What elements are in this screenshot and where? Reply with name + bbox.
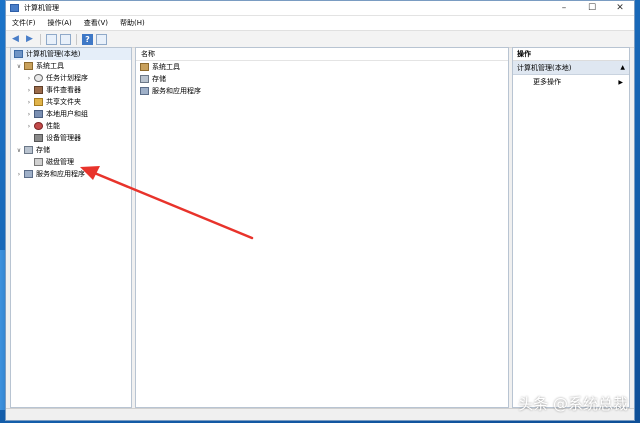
submenu-arrow-icon: ▶: [618, 78, 623, 86]
actions-section[interactable]: 计算机管理(本地) ▲: [513, 61, 629, 75]
performance-icon: [34, 122, 43, 130]
tree-item-label: 存储: [36, 146, 50, 154]
tree-item-label: 事件查看器: [46, 86, 81, 94]
column-header-name[interactable]: 名称: [136, 48, 508, 61]
maximize-icon[interactable]: ☐: [578, 1, 606, 15]
chevron-right-icon[interactable]: ›: [25, 75, 33, 82]
actions-header: 操作: [513, 48, 629, 61]
services-icon: [140, 87, 149, 95]
tree-item-label: 设备管理器: [46, 134, 81, 142]
menu-view[interactable]: 查看(V): [78, 18, 114, 28]
show-tree-icon[interactable]: [46, 33, 57, 45]
tree-item-task-scheduler[interactable]: › 任务计划程序: [11, 72, 131, 84]
chevron-right-icon[interactable]: ›: [25, 111, 33, 118]
list-item[interactable]: 服务和应用程序: [136, 85, 508, 97]
menu-file[interactable]: 文件(F): [6, 18, 42, 28]
toolbar-separator: [40, 33, 41, 45]
toolbar: ◀ ▶ ?: [6, 31, 634, 48]
tree-item-label: 性能: [46, 122, 60, 130]
computer-icon: [14, 50, 23, 58]
action-more-actions[interactable]: 更多操作 ▶: [513, 75, 629, 89]
chevron-down-icon[interactable]: ∨: [15, 63, 23, 70]
list-item-label: 存储: [152, 75, 166, 83]
services-icon: [24, 170, 33, 178]
watermark: 头条 @系统总裁: [518, 395, 628, 413]
chevron-right-icon[interactable]: ›: [25, 123, 33, 130]
device-manager-icon: [34, 134, 43, 142]
chevron-right-icon[interactable]: ›: [25, 99, 33, 106]
tree-item-shared-folders[interactable]: › 共享文件夹: [11, 96, 131, 108]
shared-folder-icon: [34, 98, 43, 106]
column-header-label: 名称: [141, 50, 155, 58]
chevron-down-icon[interactable]: ∨: [15, 147, 23, 154]
tree-root-label: 计算机管理(本地): [26, 50, 81, 58]
menu-bar: 文件(F) 操作(A) 查看(V) 帮助(H): [6, 16, 634, 31]
chevron-right-icon[interactable]: ›: [15, 171, 23, 178]
close-icon[interactable]: ✕: [606, 1, 634, 15]
tree-item-device-manager[interactable]: 设备管理器: [11, 132, 131, 144]
list-item-label: 服务和应用程序: [152, 87, 201, 95]
title-bar: 计算机管理 – ☐ ✕: [6, 1, 634, 16]
menu-action[interactable]: 操作(A): [42, 18, 78, 28]
tree-item-label: 共享文件夹: [46, 98, 81, 106]
tree-item-label: 服务和应用程序: [36, 170, 85, 178]
users-icon: [34, 110, 43, 118]
window-controls: – ☐ ✕: [550, 1, 634, 15]
tree-item-local-users[interactable]: › 本地用户和组: [11, 108, 131, 120]
event-log-icon: [34, 86, 43, 94]
menu-help[interactable]: 帮助(H): [114, 18, 151, 28]
storage-icon: [140, 75, 149, 83]
list-item[interactable]: 系统工具: [136, 61, 508, 73]
help-icon[interactable]: ?: [82, 33, 93, 45]
tools-icon: [24, 62, 33, 70]
tree-item-services-apps[interactable]: › 服务和应用程序: [11, 168, 131, 180]
collapse-icon[interactable]: ▲: [620, 64, 625, 71]
actions-section-label: 计算机管理(本地): [517, 63, 572, 72]
tree-root[interactable]: 计算机管理(本地): [11, 48, 131, 60]
tree-item-storage[interactable]: ∨ 存储: [11, 144, 131, 156]
tree-item-label: 磁盘管理: [46, 158, 74, 166]
tree-item-label: 任务计划程序: [46, 74, 88, 82]
forward-arrow-icon[interactable]: ▶: [24, 34, 35, 45]
tools-icon: [140, 63, 149, 71]
computer-management-icon: [10, 4, 19, 12]
tree-item-event-viewer[interactable]: › 事件查看器: [11, 84, 131, 96]
results-pane: 名称 系统工具 存储 服务和应用程序: [135, 47, 509, 408]
storage-icon: [24, 146, 33, 154]
list-item-label: 系统工具: [152, 63, 180, 71]
actions-pane: 操作 计算机管理(本地) ▲ 更多操作 ▶: [512, 47, 630, 408]
disk-icon: [34, 158, 43, 166]
tree-item-label: 本地用户和组: [46, 110, 88, 118]
tree-item-system-tools[interactable]: ∨ 系统工具: [11, 60, 131, 72]
list-item[interactable]: 存储: [136, 73, 508, 85]
action-label: 更多操作: [533, 78, 561, 86]
computer-management-window: 计算机管理 – ☐ ✕ 文件(F) 操作(A) 查看(V) 帮助(H) ◀ ▶ …: [5, 0, 635, 421]
toolbar-separator: [76, 33, 77, 45]
console-tree: 计算机管理(本地) ∨ 系统工具 › 任务计划程序 › 事件查看器 › 共享文件…: [10, 47, 132, 408]
minimize-icon[interactable]: –: [550, 1, 578, 15]
chevron-right-icon[interactable]: ›: [25, 87, 33, 94]
tree-item-label: 系统工具: [36, 62, 64, 70]
tree-item-disk-management[interactable]: 磁盘管理: [11, 156, 131, 168]
tree-item-performance[interactable]: › 性能: [11, 120, 131, 132]
export-list-icon[interactable]: [60, 33, 71, 45]
properties-icon[interactable]: [96, 33, 107, 45]
window-title: 计算机管理: [24, 4, 59, 12]
back-arrow-icon[interactable]: ◀: [10, 34, 21, 45]
clock-icon: [34, 74, 43, 82]
content-panes: 计算机管理(本地) ∨ 系统工具 › 任务计划程序 › 事件查看器 › 共享文件…: [10, 47, 630, 408]
